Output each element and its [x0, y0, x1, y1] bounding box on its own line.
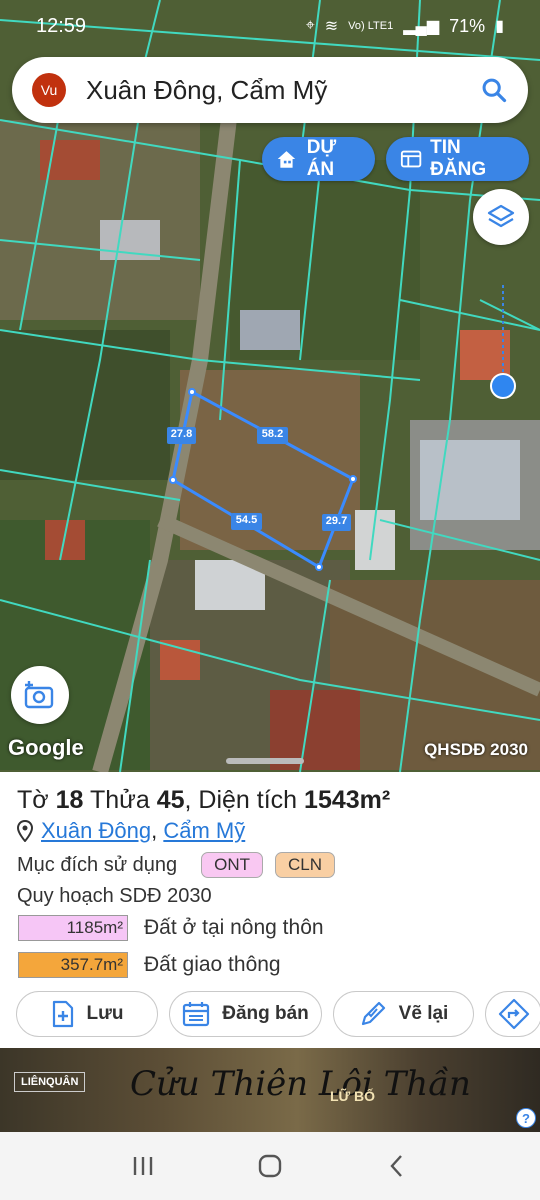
- search-input[interactable]: Xuân Đông, Cẩm Mỹ: [86, 75, 480, 106]
- recent-apps-button[interactable]: [123, 1146, 163, 1186]
- satellite-map[interactable]: 27.8 58.2 54.5 29.7 12:59 ⌖ ≋ Vo) LTE1 ▂…: [0, 0, 540, 772]
- listing-icon: [400, 150, 422, 168]
- listings-button[interactable]: TIN ĐĂNG: [386, 137, 529, 181]
- land-purpose-row: Mục đích sử dụng ONT CLN: [17, 852, 336, 878]
- network-label: Vo) LTE1: [348, 20, 394, 32]
- purpose-label: Mục đích sử dụng: [17, 853, 178, 876]
- calendar-icon: [183, 1002, 210, 1027]
- status-bar: 12:59 ⌖ ≋ Vo) LTE1 ▂▄▆ 71% ▮: [0, 0, 540, 52]
- layers-button[interactable]: [473, 189, 529, 245]
- plot-label: Thửa: [89, 786, 150, 814]
- save-label: Lưu: [86, 1003, 124, 1024]
- land-use-row: 1185m² Đất ở tại nông thôn: [18, 915, 324, 941]
- signal-icon: ▂▄▆: [403, 18, 440, 35]
- projects-label: DỰ ÁN: [306, 137, 337, 180]
- back-icon: [390, 1155, 402, 1177]
- purpose-tag-cln[interactable]: CLN: [275, 852, 336, 878]
- address-separator: ,: [151, 818, 158, 843]
- listings-label: TIN ĐĂNG: [430, 137, 487, 180]
- add-file-icon: [52, 1000, 73, 1028]
- location-pin-icon: [17, 820, 33, 842]
- land-use-desc: Đất giao thông: [144, 953, 281, 976]
- location-status-icon: ⌖: [305, 17, 315, 34]
- parcel-info-panel: Tờ 18 Thửa 45, Diện tích 1543m² Xuân Đôn…: [0, 772, 540, 1048]
- avatar[interactable]: Vu: [32, 73, 66, 107]
- plan-label: Quy hoạch SDĐ 2030: [17, 885, 212, 907]
- back-button[interactable]: [377, 1146, 417, 1186]
- status-time: 12:59: [36, 14, 87, 37]
- google-logo: Google: [8, 735, 84, 760]
- home-button[interactable]: [250, 1146, 290, 1186]
- action-bar: Lưu Đăng bán Vẽ lại: [16, 991, 540, 1037]
- camera-button[interactable]: [11, 666, 69, 724]
- layers-icon: [487, 204, 515, 228]
- pencil-check-icon: [361, 1001, 385, 1026]
- dim-label-top: 58.2: [261, 428, 284, 440]
- redraw-label: Vẽ lại: [398, 1003, 449, 1024]
- plot-number: 45: [156, 786, 185, 814]
- ad-banner[interactable]: LIÊNQUÂN Cửu Thiên Lôi Thần LỮ BỐ ?: [0, 1048, 540, 1132]
- map-layer-badge: QHSDĐ 2030: [424, 740, 528, 759]
- commune-link[interactable]: Xuân Đông: [41, 818, 151, 843]
- parcel-address: Xuân Đông, Cẩm Mỹ: [17, 818, 245, 844]
- system-nav-bar: [0, 1132, 540, 1200]
- dim-label-left: 27.8: [170, 428, 193, 440]
- land-use-desc: Đất ở tại nông thôn: [144, 916, 324, 939]
- add-photo-icon: [24, 681, 54, 709]
- directions-icon: [498, 998, 530, 1030]
- projects-button[interactable]: DỰ ÁN: [262, 137, 375, 181]
- redraw-button[interactable]: Vẽ lại: [333, 991, 474, 1037]
- dim-label-right: 29.7: [325, 515, 348, 527]
- save-button[interactable]: Lưu: [16, 991, 158, 1037]
- building-icon: [277, 151, 296, 168]
- purpose-tag-ont[interactable]: ONT: [201, 852, 264, 878]
- sheet-label: Tờ: [17, 786, 49, 814]
- district-link[interactable]: Cẩm Mỹ: [163, 818, 245, 843]
- land-use-row: 357.7m² Đất giao thông: [18, 952, 281, 978]
- sheet-drag-handle[interactable]: [226, 758, 304, 764]
- post-sale-label: Đăng bán: [222, 1003, 309, 1024]
- my-location-dot: [490, 373, 516, 399]
- home-icon: [258, 1154, 282, 1178]
- directions-button[interactable]: [485, 991, 540, 1037]
- area-label: , Diện tích: [184, 786, 298, 814]
- parcel-title: Tờ 18 Thửa 45, Diện tích 1543m²: [17, 786, 390, 815]
- ad-brand-logo: LIÊNQUÂN: [14, 1072, 86, 1092]
- area-value: 1543m²: [304, 786, 391, 814]
- land-use-area: 357.7m²: [18, 952, 128, 978]
- search-bar[interactable]: Vu Xuân Đông, Cẩm Mỹ: [12, 57, 528, 123]
- ad-subtitle: LỮ BỐ: [330, 1088, 376, 1104]
- wifi-icon: ≋: [324, 18, 339, 35]
- post-sale-button[interactable]: Đăng bán: [169, 991, 322, 1037]
- ad-info-icon[interactable]: ?: [516, 1108, 536, 1128]
- recent-apps-icon: [134, 1157, 153, 1175]
- search-icon[interactable]: [480, 76, 508, 104]
- battery-level: 71%: [449, 15, 486, 36]
- ad-title: Cửu Thiên Lôi Thần: [130, 1064, 471, 1104]
- battery-icon: ▮: [495, 18, 504, 35]
- sheet-number: 18: [55, 786, 84, 814]
- dim-label-bottom: 54.5: [235, 514, 258, 526]
- land-use-area: 1185m²: [18, 915, 128, 941]
